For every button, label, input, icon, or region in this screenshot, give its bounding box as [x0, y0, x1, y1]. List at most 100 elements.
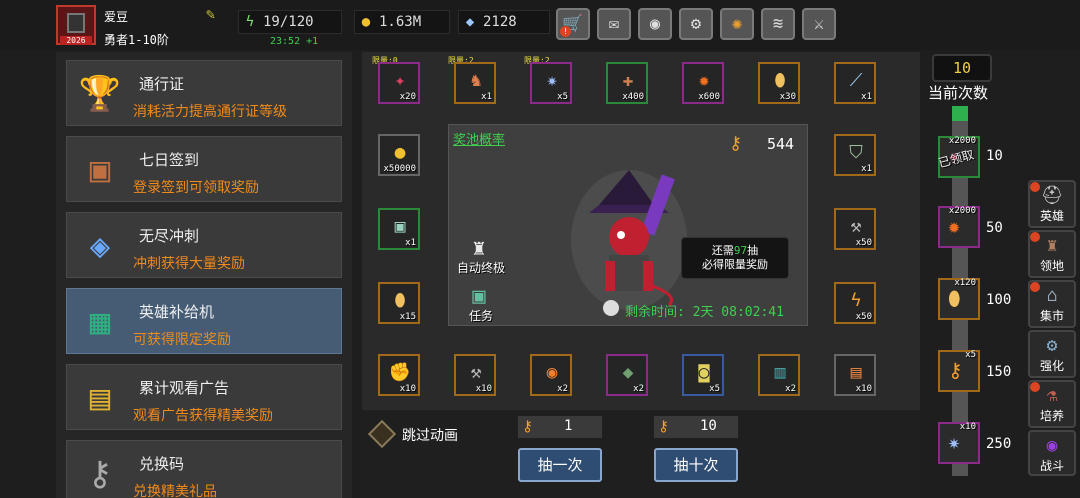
gear-icon: ⚙ — [690, 14, 702, 34]
helmet-icon — [67, 13, 85, 33]
alert-badge: ! — [560, 26, 571, 37]
nav-market[interactable]: ⌂ 集市 — [1028, 280, 1076, 328]
nav-hero[interactable]: ⛑ 英雄 — [1028, 180, 1076, 228]
pool-item[interactable]: ▣ x1 — [378, 208, 420, 250]
menu-card-sprint[interactable]: ◈ 无尽冲刺 冲刺获得大量奖励 — [66, 212, 342, 278]
menu-card-redeem[interactable]: ⚷ 兑换码 兑换精美礼品 — [66, 440, 342, 498]
star-icon: ✷ — [948, 430, 961, 454]
hammer-icon: ⚒ — [850, 216, 862, 237]
player-rank: 勇者1-10阶 — [104, 33, 169, 47]
coin-icon: ● — [394, 142, 406, 163]
edit-icon[interactable]: ✎ — [206, 6, 222, 22]
milestone-progress — [952, 106, 968, 121]
nav-train[interactable]: ⚗ 培养 — [1028, 380, 1076, 428]
swords-icon: ⚔ — [813, 14, 825, 34]
skip-toggle-icon[interactable] — [367, 419, 397, 449]
pool-item[interactable]: ✚ x400 — [606, 62, 648, 104]
pool-item[interactable]: ⬮ x15 — [378, 282, 420, 324]
coin-icon: ● — [361, 14, 371, 30]
pool-item[interactable]: ♞ x1 — [454, 62, 496, 104]
pool-item[interactable]: ▥ x2 — [758, 354, 800, 396]
nav-territory[interactable]: ♜ 领地 — [1028, 230, 1076, 278]
nav-upgrade[interactable]: ⚙ 强化 — [1028, 330, 1076, 378]
top-bar: 2026 爱豆 勇者1-10阶 ✎ ϟ 19/120 23:52 +1 ● 1.… — [0, 0, 1080, 50]
pool-item[interactable]: ◙ x5 — [682, 354, 724, 396]
event-menu: 🏆 通行证 消耗活力提高通行证等级 ▣ 七日签到 登录签到可领取奖励 ◈ 无尽冲… — [56, 52, 352, 498]
menu-card-supply[interactable]: ▦ 英雄补给机 可获得限定奖励 — [66, 288, 342, 354]
draw-once-button[interactable]: 抽一次 — [518, 448, 602, 482]
pool-item[interactable]: ⟋ x1 — [834, 62, 876, 104]
claw-icon: ✦ — [394, 70, 406, 91]
pool-item[interactable]: ● x50000 — [378, 134, 420, 176]
alert-badge — [1030, 182, 1040, 192]
skip-animation-label[interactable]: 跳过动画 — [402, 425, 458, 445]
key-icon: ⚷ — [658, 417, 669, 435]
rune-icon: ◙ — [698, 362, 710, 383]
milestone-reward[interactable]: ✹ x2000 — [938, 206, 980, 248]
pool-item[interactable]: ⛉ x1 — [834, 134, 876, 176]
key-icon: ⚷ — [87, 454, 113, 494]
mail-icon: ✉ — [608, 14, 620, 34]
anvil-icon: ⚙ — [1046, 335, 1058, 356]
draw-ten-button[interactable]: 抽十次 — [654, 448, 738, 482]
milestone-value: 50 — [986, 220, 1003, 236]
milestone-value: 10 — [986, 148, 1003, 164]
star-icon: ✷ — [546, 70, 558, 91]
swords-button[interactable]: ⚔ — [802, 8, 836, 40]
pool-item[interactable]: ▤ x10 — [834, 354, 876, 396]
gold-counter[interactable]: ● 1.63M — [354, 10, 450, 34]
pool-item[interactable]: ✹ x600 — [682, 62, 724, 104]
pool-item[interactable]: ◆ x2 — [606, 354, 648, 396]
portal-icon: ◉ — [1046, 435, 1058, 456]
pool-item[interactable]: ⬮ x30 — [758, 62, 800, 104]
wings-icon: ≋ — [772, 14, 784, 34]
ten-draw-cost: ⚷ 10 — [654, 416, 738, 438]
supply-machine-panel: 限量:0 限量:2 限量:2 ✦ x20 ♞ x1 ✷ x5 ✚ x400 ✹ x600 … — [362, 52, 920, 498]
treasure-chest-icon: ▣ — [394, 216, 406, 237]
wings-button[interactable]: ≋ — [761, 8, 795, 40]
nav-battle[interactable]: ◉ 战斗 — [1028, 430, 1076, 476]
shop-button[interactable]: 🛒! — [556, 8, 590, 40]
avatar-level: 2026 — [60, 36, 92, 45]
pool-item[interactable]: ✊ x10 — [378, 354, 420, 396]
color-wheel-button[interactable]: ✺ — [720, 8, 754, 40]
pool-item[interactable]: ⚒ x50 — [834, 208, 876, 250]
auto-upgrade-label[interactable]: 自动终极 — [457, 259, 505, 276]
key-icon: ⚷ — [729, 133, 743, 154]
pool-item[interactable]: ✦ x20 — [378, 62, 420, 104]
menu-card-ads[interactable]: ▤ 累计观看广告 观看广告获得精美奖励 — [66, 364, 342, 430]
menu-card-signin[interactable]: ▣ 七日签到 登录签到可领取奖励 — [66, 136, 342, 202]
settings-button[interactable]: ⚙ — [679, 8, 713, 40]
crystal-icon: ◈ — [89, 226, 111, 266]
color-wheel-icon: ✺ — [731, 14, 743, 34]
pool-item[interactable]: ✷ x5 — [530, 62, 572, 104]
pool-item[interactable]: ◉ x2 — [530, 354, 572, 396]
egg-icon: ⬮ — [394, 290, 406, 311]
remaining-time: 剩余时间: 2天 08:02:41 — [625, 305, 784, 320]
egg-icon: ⬮ — [774, 70, 786, 91]
key-count: 544 — [767, 135, 795, 153]
milestone-value: 150 — [986, 364, 1012, 380]
alert-badge — [1030, 232, 1040, 242]
gamepad-icon: ◉ — [649, 14, 661, 34]
pool-odds-link[interactable]: 奖池概率 — [453, 129, 505, 148]
milestone-value: 100 — [986, 292, 1012, 308]
gamepad-button[interactable]: ◉ — [638, 8, 672, 40]
energy-counter[interactable]: ϟ 19/120 — [238, 10, 342, 34]
mail-button[interactable]: ✉ — [597, 8, 631, 40]
menu-card-pass[interactable]: 🏆 通行证 消耗活力提高通行证等级 — [66, 60, 342, 126]
pool-item[interactable]: ϟ x50 — [834, 282, 876, 324]
milestone-reward[interactable]: ✷ x10 — [938, 422, 980, 464]
player-name: 爱豆 — [104, 10, 129, 24]
task-label[interactable]: 任务 — [469, 307, 493, 324]
gem-counter[interactable]: ◆ 2128 — [458, 10, 550, 34]
milestone-reward[interactable]: ⚷ x5 — [938, 350, 980, 392]
avatar[interactable]: 2026 — [56, 5, 96, 45]
milestone-reward[interactable]: ✦ x2000 已领取 — [937, 136, 980, 178]
egg-icon: ⬮ — [948, 286, 961, 310]
milestone-reward[interactable]: ⬮ x120 — [938, 278, 980, 320]
energy-timer: 23:52 +1 — [270, 36, 319, 47]
pool-item[interactable]: ⚒ x10 — [454, 354, 496, 396]
draw-controls: 跳过动画 ⚷ 1 ⚷ 10 抽一次 抽十次 — [362, 410, 920, 498]
lightning-icon: ϟ — [245, 14, 255, 30]
